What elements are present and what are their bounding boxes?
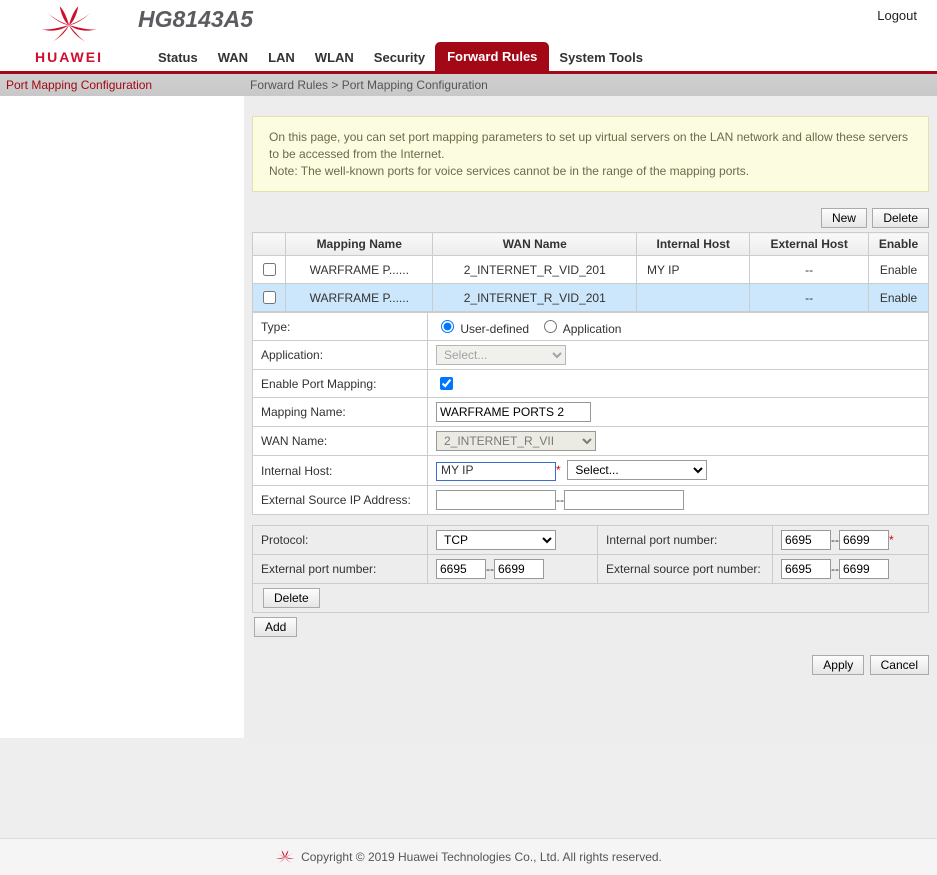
cancel-button[interactable]: Cancel — [870, 655, 929, 675]
external-port-start[interactable] — [436, 559, 486, 579]
port-table: Protocol: TCP Internal port number: --* … — [252, 525, 929, 613]
protocol-select[interactable]: TCP — [436, 530, 556, 550]
type-application[interactable]: Application — [539, 322, 621, 336]
brand-name: HUAWEI — [14, 49, 124, 65]
sub-bar: Port Mapping Configuration Forward Rules… — [0, 74, 937, 96]
ext-source-ip-end[interactable] — [564, 490, 684, 510]
mapping-name-input[interactable] — [436, 402, 591, 422]
internal-port-start[interactable] — [781, 530, 831, 550]
cell-wan: 2_INTERNET_R_VID_201 — [433, 284, 637, 312]
internal-host-input[interactable]: MY IP — [436, 462, 556, 481]
internal-host-select[interactable]: Select... — [567, 460, 707, 480]
logo: HUAWEI — [14, 6, 124, 65]
label-enable-mapping: Enable Port Mapping: — [253, 370, 428, 398]
enable-mapping-checkbox[interactable] — [440, 377, 453, 390]
internal-port-end[interactable] — [839, 530, 889, 550]
huawei-flower-icon — [275, 849, 295, 865]
footer: Copyright © 2019 Huawei Technologies Co.… — [0, 838, 937, 875]
delete-port-button[interactable]: Delete — [263, 588, 320, 608]
ext-source-ip-start[interactable] — [436, 490, 556, 510]
th-ihost: Internal Host — [637, 233, 750, 256]
external-port-end[interactable] — [494, 559, 544, 579]
cell-ehost: -- — [750, 284, 869, 312]
huawei-flower-icon — [41, 6, 97, 44]
info-line1: On this page, you can set port mapping p… — [269, 129, 912, 163]
nav-wan[interactable]: WAN — [208, 44, 258, 71]
cell-ihost: MY IP — [637, 256, 750, 284]
device-model: HG8143A5 — [138, 6, 253, 33]
info-line2: Note: The well-known ports for voice ser… — [269, 163, 912, 180]
nav-system-tools[interactable]: System Tools — [549, 44, 653, 71]
ext-source-port-end[interactable] — [839, 559, 889, 579]
logout-link[interactable]: Logout — [877, 8, 917, 23]
header: HUAWEI HG8143A5 Logout Status WAN LAN WL… — [0, 0, 937, 74]
cell-enable: Enable — [869, 284, 929, 312]
row-checkbox[interactable] — [263, 263, 276, 276]
spacer — [0, 738, 937, 838]
label-protocol: Protocol: — [253, 525, 428, 554]
label-internal-host: Internal Host: — [253, 456, 428, 485]
mapping-table: Mapping Name WAN Name Internal Host Exte… — [252, 232, 929, 312]
label-application: Application: — [253, 341, 428, 370]
apply-button[interactable]: Apply — [812, 655, 864, 675]
nav-security[interactable]: Security — [364, 44, 435, 71]
sidebar — [0, 96, 244, 738]
label-type: Type: — [253, 313, 428, 341]
add-button[interactable]: Add — [254, 617, 297, 637]
info-box: On this page, you can set port mapping p… — [252, 116, 929, 192]
form-area: Type: User-defined Application Applicati… — [252, 312, 929, 514]
nav-lan[interactable]: LAN — [258, 44, 305, 71]
th-enable: Enable — [869, 233, 929, 256]
label-ext-source-ip: External Source IP Address: — [253, 485, 428, 514]
main-area: On this page, you can set port mapping p… — [0, 96, 937, 738]
nav-status[interactable]: Status — [148, 44, 208, 71]
breadcrumb: Forward Rules > Port Mapping Configurati… — [244, 74, 488, 96]
ext-source-port-start[interactable] — [781, 559, 831, 579]
wan-name-select[interactable]: 2_INTERNET_R_VII — [436, 431, 596, 451]
application-select: Select... — [436, 345, 566, 365]
th-wan: WAN Name — [433, 233, 637, 256]
label-wan-name: WAN Name: — [253, 427, 428, 456]
footer-text: Copyright © 2019 Huawei Technologies Co.… — [301, 850, 662, 864]
nav-forward-rules[interactable]: Forward Rules — [435, 42, 549, 71]
th-mapping: Mapping Name — [286, 233, 433, 256]
cell-ihost — [637, 284, 750, 312]
label-internal-port: Internal port number: — [598, 525, 773, 554]
new-button[interactable]: New — [821, 208, 867, 228]
cell-ehost: -- — [750, 256, 869, 284]
table-row[interactable]: WARFRAME P...... 2_INTERNET_R_VID_201 --… — [253, 284, 929, 312]
label-ext-source-port: External source port number: — [598, 554, 773, 583]
th-ehost: External Host — [750, 233, 869, 256]
content: On this page, you can set port mapping p… — [244, 96, 937, 738]
delete-button[interactable]: Delete — [872, 208, 929, 228]
row-checkbox[interactable] — [263, 291, 276, 304]
cell-mapping: WARFRAME P...... — [286, 284, 433, 312]
type-user-defined[interactable]: User-defined — [436, 322, 529, 336]
sidebar-title[interactable]: Port Mapping Configuration — [0, 74, 244, 96]
table-row[interactable]: WARFRAME P...... 2_INTERNET_R_VID_201 MY… — [253, 256, 929, 284]
nav-wlan[interactable]: WLAN — [305, 44, 364, 71]
label-mapping-name: Mapping Name: — [253, 398, 428, 427]
top-nav: Status WAN LAN WLAN Security Forward Rul… — [148, 42, 653, 71]
th-check — [253, 233, 286, 256]
cell-wan: 2_INTERNET_R_VID_201 — [433, 256, 637, 284]
label-external-port: External port number: — [253, 554, 428, 583]
cell-mapping: WARFRAME P...... — [286, 256, 433, 284]
cell-enable: Enable — [869, 256, 929, 284]
